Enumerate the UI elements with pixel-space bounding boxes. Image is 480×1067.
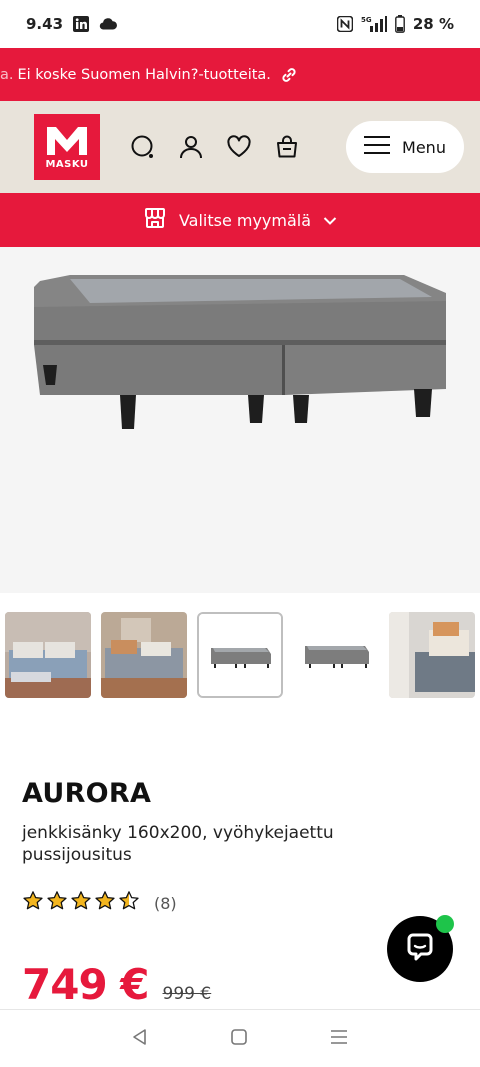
battery-level: 28 % [412,15,454,33]
product-rating[interactable]: (8) [22,890,177,916]
masku-logo[interactable]: MASKU [34,114,100,180]
status-bar: 9.43 5G 28 % [0,0,480,48]
star-icon [22,890,44,916]
original-price: 999 € [162,984,212,1004]
linkedin-icon [73,16,90,32]
price-block: 749 € 999 € [22,960,211,1009]
menu-label: Menu [402,137,446,157]
bed-illustration [34,275,446,429]
product-main-image[interactable] [0,247,480,593]
back-icon[interactable] [131,1028,149,1050]
chevron-down-icon [323,211,337,230]
star-icon [70,890,92,916]
shopping-bag-icon[interactable] [274,134,300,160]
star-icon [94,890,116,916]
promo-text: Ei koske Suomen Halvin?-tuotteita. [17,66,271,83]
system-navigation-bar [0,1009,480,1067]
chat-bubble-icon [404,931,436,967]
svg-text:5G: 5G [361,16,372,24]
menu-button[interactable]: Menu [346,121,464,173]
image-thumbnails [0,612,480,702]
battery-icon [394,15,405,33]
site-header: MASKU Menu [0,101,480,193]
link-icon[interactable] [281,67,297,83]
user-icon[interactable] [178,134,204,160]
chat-button[interactable] [387,915,454,982]
thumbnail-1[interactable] [5,612,91,698]
current-price: 749 € [22,960,150,1009]
thumbnail-3-selected[interactable] [197,612,283,698]
nfc-icon [336,16,353,32]
cloud-icon [99,18,117,30]
rating-count: (8) [154,893,177,913]
product-name: AURORA [22,778,152,809]
store-icon [143,206,167,234]
store-selector[interactable]: Valitse myymälä [0,193,480,247]
status-time: 9.43 [26,15,64,33]
thumbnail-2[interactable] [101,612,187,698]
recent-apps-icon[interactable] [329,1028,349,1050]
product-description: jenkkisänky 160x200, vyöhykejaettu pussi… [22,823,334,865]
online-indicator [436,915,454,933]
thumbnail-5[interactable] [389,612,475,698]
promo-text-cut: a. [0,66,14,83]
thumbnail-4[interactable] [293,612,379,698]
hamburger-icon [364,135,391,159]
masku-m-mark [47,126,87,155]
home-icon[interactable] [230,1028,248,1050]
star-icon [46,890,68,916]
heart-icon[interactable] [226,134,252,160]
search-icon[interactable] [130,134,156,160]
store-label: Valitse myymälä [178,210,312,230]
half-star-icon [118,890,140,916]
logo-text: MASKU [45,158,89,170]
signal-5g-icon: 5G [361,15,387,33]
promo-banner[interactable]: a. Ei koske Suomen Halvin?-tuotteita. [0,48,480,101]
